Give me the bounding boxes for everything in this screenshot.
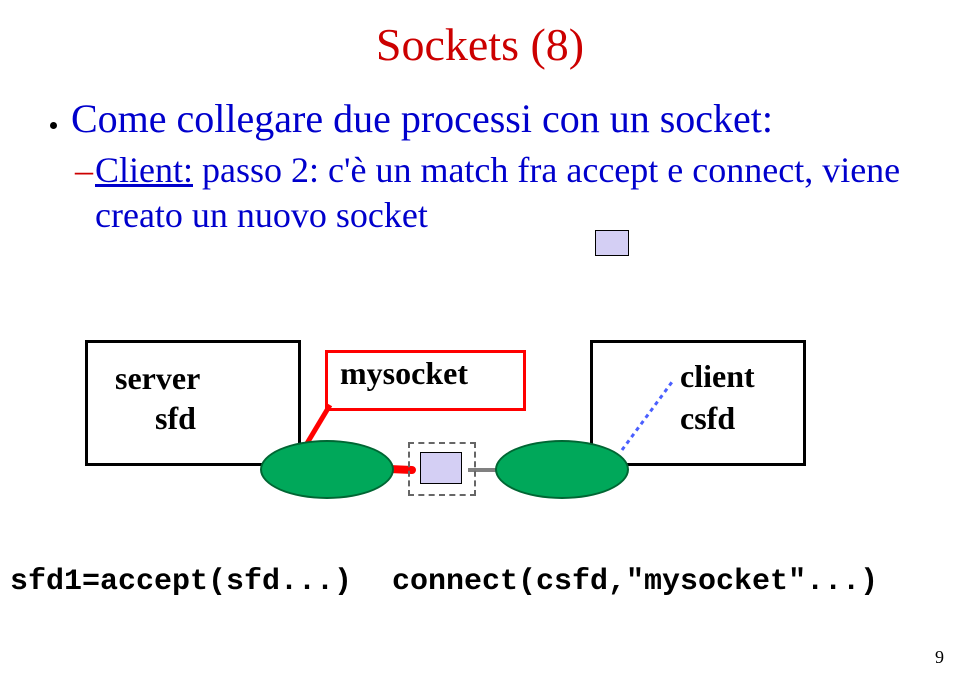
slide-title: Sockets (8) bbox=[0, 0, 960, 71]
server-socket-oval bbox=[260, 440, 394, 499]
legend-socket-icon bbox=[595, 230, 629, 256]
sub-lead: Client: bbox=[95, 150, 193, 190]
dash-icon: – bbox=[75, 148, 93, 193]
code-connect: connect(csfd,"mysocket"...) bbox=[392, 565, 878, 599]
sub-rest: passo 2: c'è un match fra accept e conne… bbox=[95, 150, 900, 235]
new-socket-icon bbox=[420, 452, 462, 484]
server-fd-label: sfd bbox=[155, 400, 196, 437]
slide: Sockets (8) Come collegare due processi … bbox=[0, 0, 960, 676]
sub-bullet: – Client: passo 2: c'è un match fra acce… bbox=[95, 148, 920, 238]
server-label: server bbox=[115, 360, 200, 397]
client-fd-label: csfd bbox=[680, 400, 735, 437]
mysocket-label: mysocket bbox=[340, 355, 468, 392]
page-number: 9 bbox=[935, 647, 944, 668]
bullet-text: Come collegare due processi con un socke… bbox=[71, 96, 773, 141]
bullet-icon bbox=[50, 122, 57, 129]
sub-text: Client: passo 2: c'è un match fra accept… bbox=[95, 150, 900, 235]
client-socket-oval bbox=[495, 440, 629, 499]
client-label: client bbox=[680, 358, 755, 395]
code-accept: sfd1=accept(sfd...) bbox=[10, 565, 352, 599]
bullet-row: Come collegare due processi con un socke… bbox=[50, 95, 773, 142]
